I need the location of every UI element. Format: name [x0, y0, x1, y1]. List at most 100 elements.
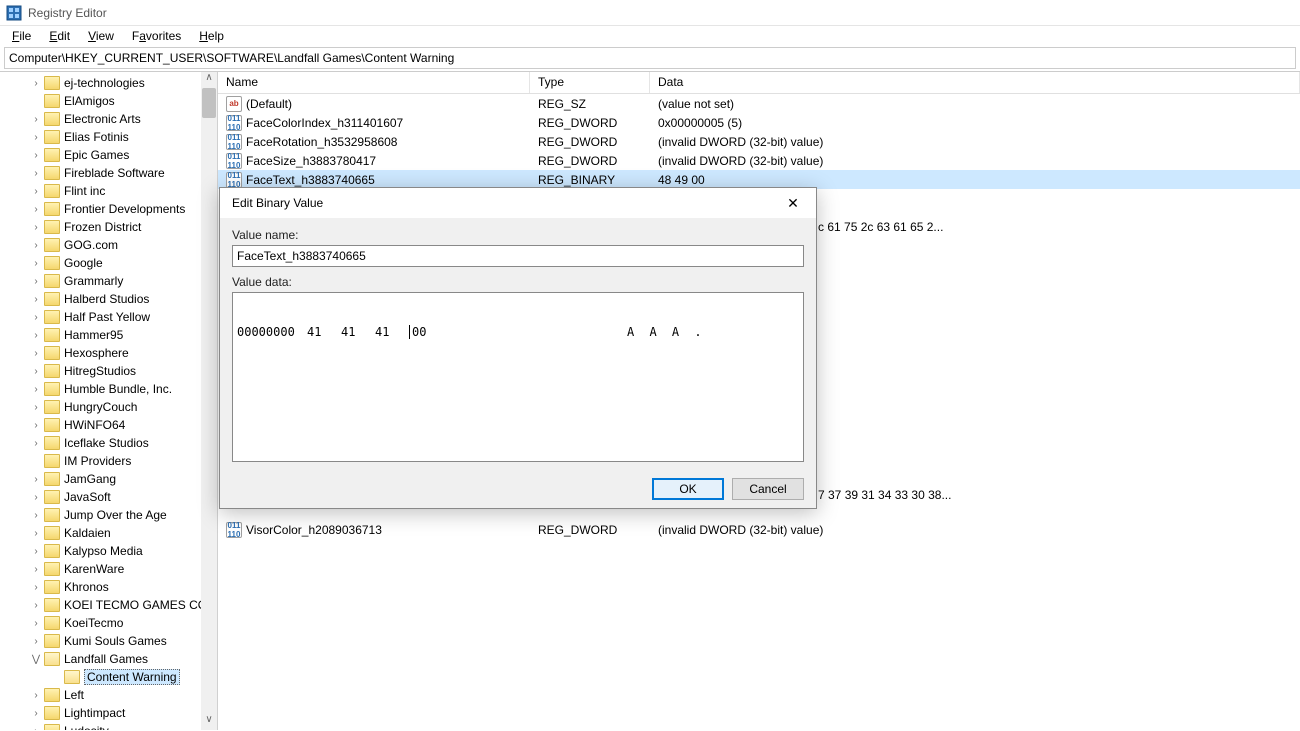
tree-item-kumi-souls-games[interactable]: ›Kumi Souls Games [0, 632, 217, 650]
tree-item-javasoft[interactable]: ›JavaSoft [0, 488, 217, 506]
hex-editor[interactable]: 00000000 41414100 A A A . [232, 292, 804, 462]
chevron-right-icon[interactable]: › [30, 150, 42, 161]
chevron-right-icon[interactable]: › [30, 294, 42, 305]
chevron-down-icon[interactable]: ⋁ [30, 654, 42, 665]
close-icon[interactable]: ✕ [778, 191, 808, 215]
chevron-right-icon[interactable]: › [30, 168, 42, 179]
chevron-right-icon[interactable]: › [30, 402, 42, 413]
scroll-up-icon[interactable]: ∧ [201, 72, 217, 88]
menu-edit[interactable]: Edit [41, 27, 78, 45]
tree-item-humble-bundle-inc-[interactable]: ›Humble Bundle, Inc. [0, 380, 217, 398]
tree[interactable]: ›ej-technologies›ElAmigos›Electronic Art… [0, 72, 217, 730]
chevron-right-icon[interactable]: › [30, 708, 42, 719]
tree-item-kalypso-media[interactable]: ›Kalypso Media [0, 542, 217, 560]
scroll-down-icon[interactable]: ∨ [201, 714, 217, 730]
chevron-right-icon[interactable]: › [30, 240, 42, 251]
tree-item-hwinfo64[interactable]: ›HWiNFO64 [0, 416, 217, 434]
tree-item-koei-tecmo-games-co-[interactable]: ›KOEI TECMO GAMES CO., [0, 596, 217, 614]
tree-item-epic-games[interactable]: ›Epic Games [0, 146, 217, 164]
tree-item-hungrycouch[interactable]: ›HungryCouch [0, 398, 217, 416]
chevron-right-icon[interactable]: › [30, 348, 42, 359]
chevron-right-icon[interactable]: › [30, 636, 42, 647]
tree-item-label: KarenWare [64, 562, 124, 576]
tree-item-content-warning[interactable]: ›Content Warning [0, 668, 217, 686]
chevron-right-icon[interactable]: › [30, 690, 42, 701]
tree-item-frontier-developments[interactable]: ›Frontier Developments [0, 200, 217, 218]
scroll-thumb[interactable] [202, 88, 216, 118]
tree-scrollbar[interactable]: ∧ ∨ [201, 72, 217, 730]
chevron-right-icon[interactable]: › [30, 186, 42, 197]
tree-item-iceflake-studios[interactable]: ›Iceflake Studios [0, 434, 217, 452]
list-row[interactable]: ab(Default)REG_SZ(value not set) [218, 94, 1300, 113]
tree-item-google[interactable]: ›Google [0, 254, 217, 272]
chevron-right-icon[interactable]: › [30, 78, 42, 89]
tree-item-grammarly[interactable]: ›Grammarly [0, 272, 217, 290]
chevron-right-icon[interactable]: › [30, 276, 42, 287]
chevron-right-icon[interactable]: › [30, 330, 42, 341]
col-header-name[interactable]: Name [218, 72, 530, 93]
menu-view[interactable]: View [80, 27, 122, 45]
chevron-right-icon[interactable]: › [30, 258, 42, 269]
value-name-input[interactable] [232, 245, 804, 267]
tree-item-karenware[interactable]: › KarenWare [0, 560, 217, 578]
chevron-right-icon[interactable]: › [30, 474, 42, 485]
tree-item-hitregstudios[interactable]: ›HitregStudios [0, 362, 217, 380]
tree-item-elias-fotinis[interactable]: ›Elias Fotinis [0, 128, 217, 146]
chevron-right-icon[interactable]: › [30, 528, 42, 539]
list-rows[interactable]: ab(Default)REG_SZ(value not set)011110Fa… [218, 94, 1300, 189]
dialog-title-bar[interactable]: Edit Binary Value ✕ [220, 188, 816, 218]
chevron-right-icon[interactable]: › [30, 726, 42, 731]
tree-item-frozen-district[interactable]: ›Frozen District [0, 218, 217, 236]
tree-item-halberd-studios[interactable]: ›Halberd Studios [0, 290, 217, 308]
tree-item-gog-com[interactable]: ›GOG.com [0, 236, 217, 254]
cell-data: (value not set) [650, 97, 1300, 111]
tree-item-fireblade-software[interactable]: ›Fireblade Software [0, 164, 217, 182]
tree-item-khronos[interactable]: ›Khronos [0, 578, 217, 596]
chevron-right-icon[interactable]: › [30, 546, 42, 557]
tree-item-elamigos[interactable]: ›ElAmigos [0, 92, 217, 110]
chevron-right-icon[interactable]: › [30, 438, 42, 449]
tree-item-jump-over-the-age[interactable]: ›Jump Over the Age [0, 506, 217, 524]
tree-item-im-providers[interactable]: ›IM Providers [0, 452, 217, 470]
tree-item-lightimpact[interactable]: ›Lightimpact [0, 704, 217, 722]
tree-item-flint-inc[interactable]: ›Flint inc [0, 182, 217, 200]
list-row[interactable]: 011110FaceColorIndex_h311401607REG_DWORD… [218, 113, 1300, 132]
chevron-right-icon[interactable]: › [30, 132, 42, 143]
hex-bytes[interactable]: 41414100 [307, 325, 517, 339]
chevron-right-icon[interactable]: › [30, 420, 42, 431]
address-bar[interactable]: Computer\HKEY_CURRENT_USER\SOFTWARE\Land… [4, 47, 1296, 69]
menu-file[interactable]: File [4, 27, 39, 45]
list-row[interactable]: 011110FaceRotation_h3532958608REG_DWORD(… [218, 132, 1300, 151]
tree-item-ej-technologies[interactable]: ›ej-technologies [0, 74, 217, 92]
chevron-right-icon[interactable]: › [30, 384, 42, 395]
tree-item-half-past-yellow[interactable]: ›Half Past Yellow [0, 308, 217, 326]
tree-item-kaldaien[interactable]: ›Kaldaien [0, 524, 217, 542]
chevron-right-icon[interactable]: › [30, 366, 42, 377]
menu-help[interactable]: Help [191, 27, 232, 45]
tree-item-ludosity[interactable]: ›Ludosity [0, 722, 217, 730]
col-header-type[interactable]: Type [530, 72, 650, 93]
col-header-data[interactable]: Data [650, 72, 1300, 93]
chevron-right-icon[interactable]: › [30, 312, 42, 323]
tree-item-hexosphere[interactable]: ›Hexosphere [0, 344, 217, 362]
chevron-right-icon[interactable]: › [30, 600, 42, 611]
chevron-right-icon[interactable]: › [30, 204, 42, 215]
chevron-right-icon[interactable]: › [30, 618, 42, 629]
chevron-right-icon[interactable]: › [30, 564, 42, 575]
tree-item-left[interactable]: ›Left [0, 686, 217, 704]
chevron-right-icon[interactable]: › [30, 510, 42, 521]
chevron-right-icon[interactable]: › [30, 114, 42, 125]
tree-item-landfall-games[interactable]: ⋁Landfall Games [0, 650, 217, 668]
list-row-tail[interactable]: 011110 VisorColor_h2089036713 REG_DWORD … [218, 520, 1300, 539]
chevron-right-icon[interactable]: › [30, 222, 42, 233]
tree-item-jamgang[interactable]: ›JamGang [0, 470, 217, 488]
cancel-button[interactable]: Cancel [732, 478, 804, 500]
tree-item-electronic-arts[interactable]: ›Electronic Arts [0, 110, 217, 128]
tree-item-koeitecmo[interactable]: ›KoeiTecmo [0, 614, 217, 632]
tree-item-hammer95[interactable]: ›Hammer95 [0, 326, 217, 344]
chevron-right-icon[interactable]: › [30, 492, 42, 503]
ok-button[interactable]: OK [652, 478, 724, 500]
menu-favorites[interactable]: Favorites [124, 27, 189, 45]
list-row[interactable]: 011110FaceSize_h3883780417REG_DWORD(inva… [218, 151, 1300, 170]
chevron-right-icon[interactable]: › [30, 582, 42, 593]
